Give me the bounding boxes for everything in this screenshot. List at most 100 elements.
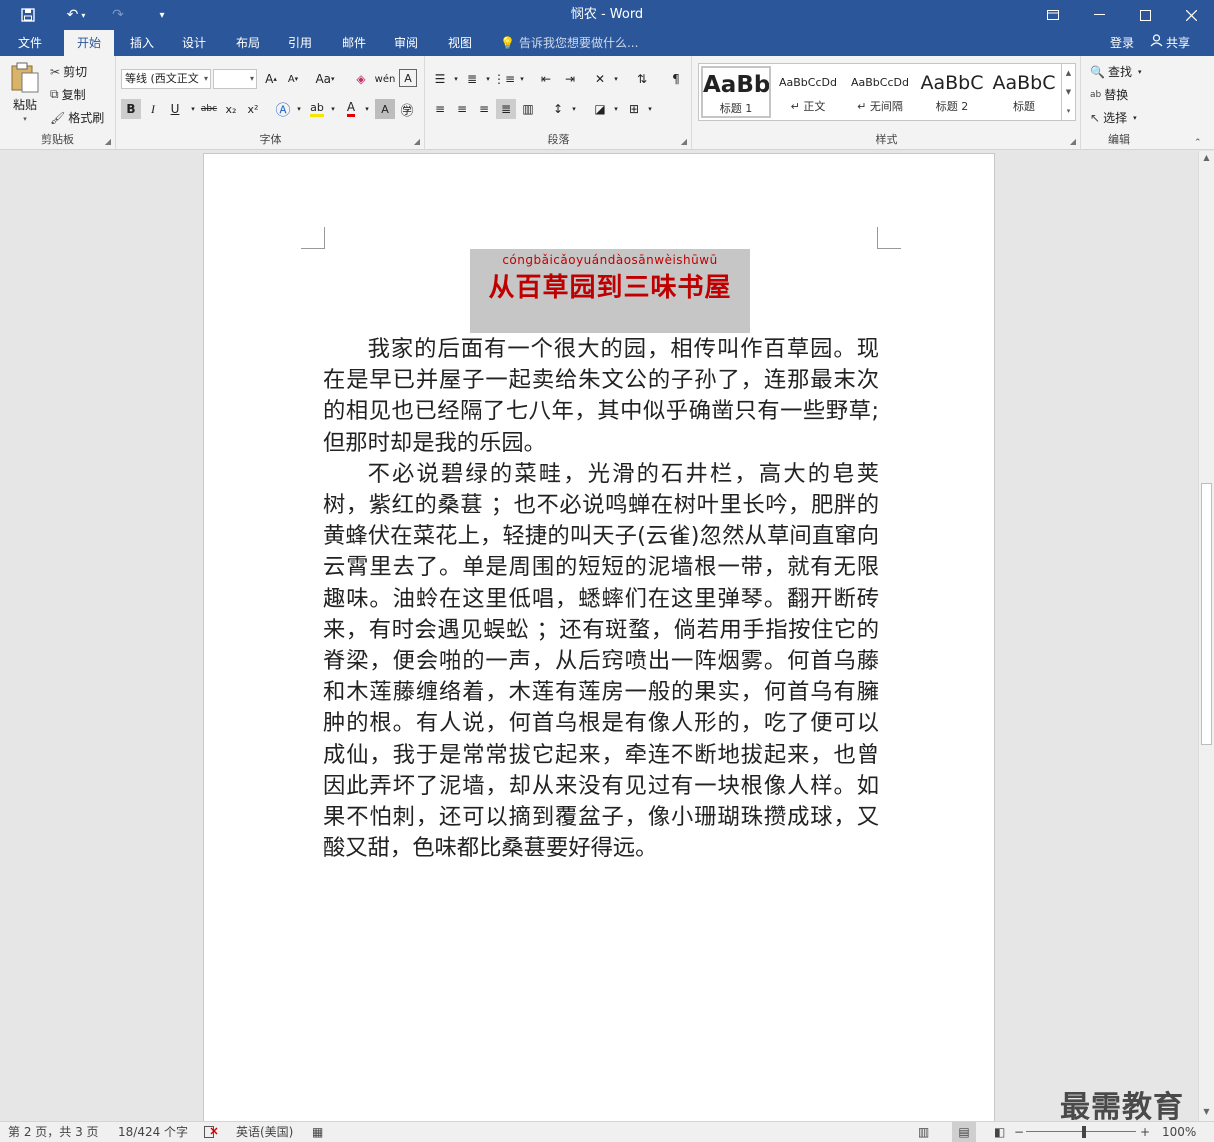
selected-title-block[interactable]: cónɡbǎicǎoyuándàosānwèishūwū 从百草园到三味书屋 [470,249,750,333]
character-shading-icon[interactable]: A [375,99,395,119]
copy-button[interactable]: ⧉ 复制 [50,86,86,103]
chevron-down-icon[interactable]: ▼ [1066,88,1071,96]
print-layout-icon[interactable]: ▤ [952,1122,976,1142]
close-icon[interactable] [1168,0,1214,30]
language-indicator[interactable]: 英语(美国) [236,1122,293,1142]
tell-me-box[interactable]: 💡 告诉我您想要做什么... [500,30,638,56]
zoom-out-button[interactable]: − [1014,1122,1024,1142]
editing-group: 🔍 查找 ▾ ab 替换 ↖ 选择 ▾ 编辑 [1082,56,1156,150]
tab-view[interactable]: 视图 [438,30,482,56]
style-normal[interactable]: AaBbCcDd ↵ 正文 [773,66,843,118]
vertical-scrollbar[interactable]: ▲ ▼ [1198,151,1214,1121]
style-title[interactable]: AaBbC 标题 [989,66,1059,118]
style-no-spacing[interactable]: AaBbCcDd ↵ 无间隔 [845,66,915,118]
chevron-down-icon[interactable]: ▾ [640,99,660,119]
chevron-down-icon[interactable]: ▾ [357,99,377,119]
select-button[interactable]: ↖ 选择 ▾ [1090,109,1137,126]
login-link[interactable]: 登录 [1110,30,1134,56]
document-body[interactable]: 我家的后面有一个很大的园，相传叫作百草园。现在是早已并屋子一起卖给朱文公的子孙了… [323,334,879,864]
chevron-down-icon[interactable]: ▾ [289,99,309,119]
scissors-icon: ✂ [50,64,61,79]
character-border-icon[interactable]: A [399,69,417,87]
redo-icon[interactable]: ↷ [104,0,132,30]
multilevel-list-icon[interactable]: ⋮≡ [493,69,515,89]
align-left-icon[interactable]: ≡ [430,99,450,119]
distributed-icon[interactable]: ▥ [518,99,538,119]
change-case-button[interactable]: Aa ▾ [311,69,339,89]
zoom-slider-thumb[interactable] [1082,1126,1086,1138]
paste-button[interactable]: 粘贴 ▾ [10,62,40,123]
minimize-icon[interactable] [1076,0,1122,30]
align-center-icon[interactable]: ≡ [452,99,472,119]
dialog-launcher-icon[interactable]: ◢ [414,137,420,146]
tab-file[interactable]: 文件 [8,30,52,56]
chevron-down-icon[interactable]: ▾ [606,99,626,119]
format-painter-button[interactable]: 🖌 格式刷 [50,109,104,126]
tab-mailings[interactable]: 邮件 [332,30,376,56]
style-heading-1[interactable]: AaBb 标题 1 [701,66,771,118]
clipboard-group: 粘贴 ▾ ✂ 剪切 ⧉ 复制 🖌 格式刷 剪贴板 ◢ [0,56,116,150]
chevron-up-icon[interactable]: ▲ [1066,69,1071,77]
find-button[interactable]: 🔍 查找 ▾ [1090,63,1141,80]
subscript-button[interactable]: x₂ [221,99,241,119]
style-heading-2[interactable]: AaBbC 标题 2 [917,66,987,118]
macro-icon[interactable]: ▦ [312,1122,323,1142]
shrink-font-button[interactable]: A ▾ [283,69,303,89]
font-name-combo[interactable]: 等线 (西文正文 ▾ [121,69,211,89]
strikethrough-button[interactable]: abc [199,99,219,119]
justify-icon[interactable]: ≣ [496,99,516,119]
italic-button[interactable]: I [143,99,163,119]
read-mode-icon[interactable]: ▥ [918,1122,929,1142]
show-marks-icon[interactable]: ¶ [666,69,686,89]
title-bar: ↶ ▾ ↷ ▾ 悯农 - Word [0,0,1214,30]
decrease-indent-icon[interactable]: ⇤ [536,69,556,89]
word-count[interactable]: 18/424 个字 [118,1122,188,1142]
tab-references[interactable]: 引用 [278,30,322,56]
chevron-down-icon[interactable]: ▾ [512,69,532,89]
tab-home[interactable]: 开始 [64,30,114,56]
scroll-up-icon[interactable]: ▲ [1199,153,1214,165]
collapse-ribbon-icon[interactable]: ⌃ [1194,138,1202,148]
bold-button[interactable]: B [121,99,141,119]
clear-formatting-icon[interactable]: ◈ [351,69,371,89]
tab-design[interactable]: 设计 [172,30,216,56]
customize-toolbar-icon[interactable]: ▾ [150,0,174,30]
underline-button[interactable]: U [165,99,185,119]
sort-icon[interactable]: ⇅ [632,69,652,89]
chevron-down-icon[interactable]: ▾ [564,99,584,119]
more-icon[interactable]: ▾ [1067,107,1071,115]
chevron-down-icon: ▾ [1133,113,1137,122]
chevron-down-icon[interactable]: ▾ [323,99,343,119]
replace-button[interactable]: ab 替换 [1090,86,1128,103]
document-page[interactable]: cónɡbǎicǎoyuándàosānwèishūwū 从百草园到三味书屋 我… [203,153,995,1121]
scroll-down-icon[interactable]: ▼ [1199,1107,1214,1119]
zoom-slider-track[interactable] [1026,1131,1136,1132]
scroll-thumb[interactable] [1201,483,1212,745]
page-count[interactable]: 第 2 页，共 3 页 [8,1122,99,1142]
dialog-launcher-icon[interactable]: ◢ [681,137,687,146]
undo-icon[interactable]: ↶ ▾ [56,0,96,30]
font-size-combo[interactable]: ▾ [213,69,257,89]
grow-font-button[interactable]: A ▴ [261,69,281,89]
save-icon[interactable] [14,0,42,30]
dialog-launcher-icon[interactable]: ◢ [105,137,111,146]
cut-button[interactable]: ✂ 剪切 [50,63,87,80]
chevron-down-icon[interactable]: ▾ [606,69,626,89]
web-layout-icon[interactable]: ◧ [994,1122,1005,1142]
align-right-icon[interactable]: ≡ [474,99,494,119]
tab-layout[interactable]: 布局 [226,30,270,56]
phonetic-guide-icon[interactable]: wén [375,69,396,89]
share-button[interactable]: 共享 [1150,30,1190,56]
superscript-button[interactable]: x² [243,99,263,119]
increase-indent-icon[interactable]: ⇥ [560,69,580,89]
proofing-icon[interactable] [204,1122,218,1142]
tab-review[interactable]: 审阅 [384,30,428,56]
restore-icon[interactable] [1122,0,1168,30]
enclose-characters-icon[interactable]: ㊫ [397,99,417,119]
gallery-scroll[interactable]: ▲ ▼ ▾ [1061,64,1075,120]
ribbon-display-options-icon[interactable] [1030,0,1076,30]
tab-insert[interactable]: 插入 [120,30,164,56]
chevron-down-icon: ▾ [249,74,254,83]
watermark-logo: 最需教育 [1060,1090,1184,1125]
dialog-launcher-icon[interactable]: ◢ [1070,137,1076,146]
